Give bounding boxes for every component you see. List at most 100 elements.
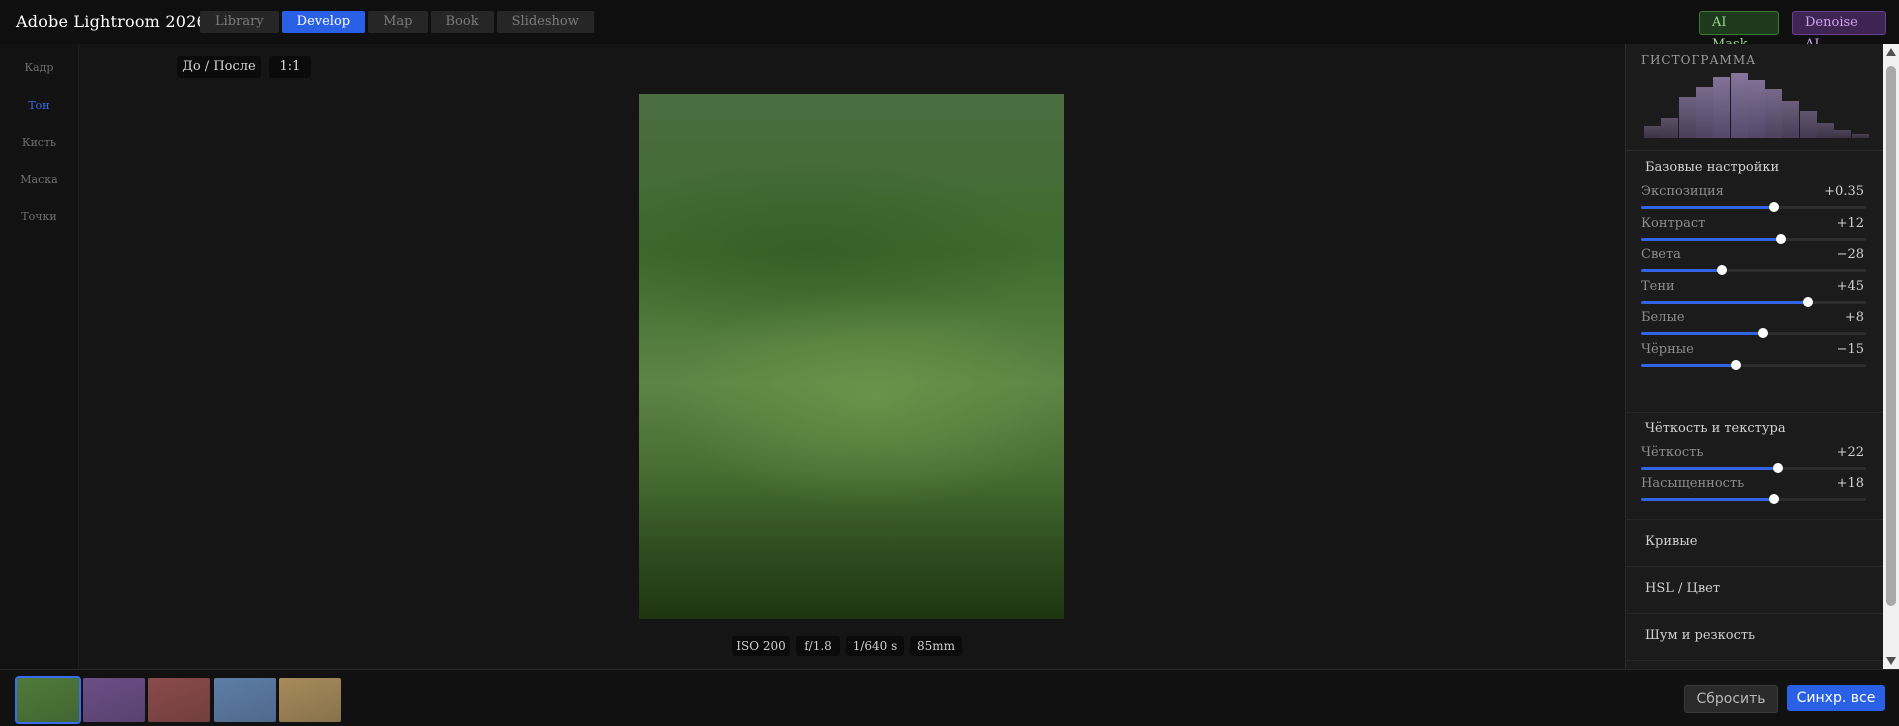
histogram-bar <box>1678 97 1696 138</box>
slider-value[interactable]: +12 <box>1837 216 1864 231</box>
slider-fill <box>1641 498 1774 501</box>
slider-handle[interactable] <box>1775 233 1786 244</box>
module-tabs: Library Develop Map Book Slideshow <box>200 11 594 33</box>
basic-section-title[interactable]: Базовые настройки <box>1645 160 1779 175</box>
slider-track[interactable] <box>1641 359 1866 370</box>
histogram-bar <box>1713 77 1731 138</box>
histogram-bar <box>1730 73 1748 138</box>
filmstrip-thumbnail[interactable] <box>213 678 276 722</box>
clarity-section-title[interactable]: Чёткость и текстура <box>1645 421 1786 436</box>
photo-preview[interactable] <box>639 94 1064 619</box>
tool-mask[interactable]: Маска <box>0 173 78 186</box>
slider-handle[interactable] <box>1768 494 1779 504</box>
slider-handle[interactable] <box>1768 202 1779 212</box>
slider-label: Экспозиция <box>1641 184 1724 199</box>
scroll-up-arrow-icon[interactable] <box>1886 48 1896 56</box>
slider-fill <box>1641 237 1781 241</box>
histogram-chart <box>1644 70 1869 138</box>
tool-spots[interactable]: Точки <box>0 210 78 223</box>
slider-handle[interactable] <box>1802 296 1813 307</box>
tool-tone[interactable]: Тон <box>0 99 78 112</box>
app-title: Adobe Lightroom 2026 <box>16 12 207 31</box>
slider-fill <box>1641 363 1736 367</box>
exif-aperture: f/1.8 <box>796 636 840 656</box>
filmstrip-thumbnail[interactable] <box>148 678 210 722</box>
tool-brush[interactable]: Кисть <box>0 136 78 149</box>
develop-panel: ГИСТОГРАММА Базовые настройки Экспозиция… <box>1625 44 1884 669</box>
slider-value[interactable]: −15 <box>1837 342 1864 357</box>
slider-track[interactable] <box>1641 265 1866 275</box>
slider-handle[interactable] <box>1717 265 1727 275</box>
tool-crop[interactable]: Кадр <box>0 61 78 74</box>
slider-value[interactable]: +0.35 <box>1824 184 1864 199</box>
section-curves[interactable]: Кривые <box>1626 520 1884 566</box>
histogram-bar <box>1782 101 1800 138</box>
slider-fill <box>1641 269 1722 272</box>
slider-fill <box>1641 467 1779 470</box>
zoom-toggle[interactable]: 1:1 <box>269 56 311 78</box>
photo-canvas: До / После 1:1 ISO 200 f/1.8 1/640 s 85m… <box>79 44 1625 669</box>
slider-label: Насыщенность <box>1641 476 1745 491</box>
slider-value[interactable]: +45 <box>1837 279 1864 294</box>
section-noise-label: Шум и резкость <box>1645 628 1756 643</box>
section-curves-label: Кривые <box>1645 534 1698 549</box>
top-bar: Adobe Lightroom 2026 Library Develop Map… <box>0 0 1899 52</box>
before-after-toggle[interactable]: До / После <box>177 56 261 78</box>
slider-label: Чёрные <box>1641 341 1694 357</box>
slider-label: Контраст <box>1641 215 1706 231</box>
filmstrip-thumbnail[interactable] <box>82 678 145 722</box>
ai-mask-button[interactable]: AI Mask <box>1699 11 1779 52</box>
slider-handle[interactable] <box>1773 463 1784 473</box>
histogram-bar <box>1851 134 1869 138</box>
slider-value[interactable]: −28 <box>1837 247 1864 262</box>
slider-value[interactable]: +8 <box>1845 310 1864 325</box>
filmstrip-thumbnail[interactable] <box>279 678 341 722</box>
slider-track[interactable] <box>1641 202 1866 212</box>
reset-button[interactable]: Сбросить <box>1684 685 1778 713</box>
exif-shutter: 1/640 s <box>846 636 904 656</box>
slider-label: Белые <box>1641 310 1685 325</box>
tab-slideshow[interactable]: Slideshow <box>496 11 594 33</box>
slider-value[interactable]: +18 <box>1837 476 1864 491</box>
histogram-bar <box>1747 80 1765 138</box>
histogram-bar <box>1644 126 1661 138</box>
slider-track[interactable] <box>1641 328 1866 338</box>
denoise-ai-button[interactable]: Denoise AI <box>1792 11 1886 52</box>
slider-label: Света <box>1641 247 1681 262</box>
slider-track[interactable] <box>1641 494 1866 504</box>
tab-develop[interactable]: Develop <box>281 11 366 33</box>
sync-all-button[interactable]: Синхр. все <box>1787 685 1885 711</box>
slider-handle[interactable] <box>1757 328 1768 338</box>
slider-label: Тени <box>1641 278 1675 294</box>
scroll-thumb[interactable] <box>1886 66 1896 606</box>
tab-map[interactable]: Map <box>368 11 428 33</box>
histogram-bar <box>1765 89 1783 138</box>
section-divider <box>1626 660 1884 661</box>
section-divider <box>1626 412 1884 413</box>
slider-track[interactable] <box>1641 463 1866 473</box>
slider-fill <box>1641 300 1808 304</box>
slider-track[interactable] <box>1641 233 1866 244</box>
filmstrip: Сбросить Синхр. все <box>0 669 1899 726</box>
slider-value[interactable]: +22 <box>1837 445 1864 460</box>
slider-fill <box>1641 206 1774 209</box>
tab-library[interactable]: Library <box>200 11 279 33</box>
slider-label: Чёткость <box>1641 445 1704 460</box>
slider-fill <box>1641 332 1763 335</box>
histogram-bar <box>1661 118 1679 138</box>
section-hsl[interactable]: HSL / Цвет <box>1626 567 1884 613</box>
section-hsl-label: HSL / Цвет <box>1645 581 1721 596</box>
histogram-section: ГИСТОГРАММА <box>1626 44 1884 151</box>
scroll-down-arrow-icon[interactable] <box>1886 657 1896 665</box>
section-noise[interactable]: Шум и резкость <box>1626 614 1884 660</box>
slider-handle[interactable] <box>1730 359 1741 370</box>
histogram-bar <box>1799 111 1817 138</box>
filmstrip-thumbnail[interactable] <box>15 676 81 724</box>
histogram-bar <box>1817 123 1834 138</box>
histogram-bar <box>1834 130 1852 138</box>
exif-focal: 85mm <box>910 636 962 656</box>
panel-scrollbar[interactable] <box>1883 44 1899 669</box>
slider-track[interactable] <box>1641 296 1866 307</box>
tab-book[interactable]: Book <box>430 11 494 33</box>
exif-iso: ISO 200 <box>732 636 790 656</box>
